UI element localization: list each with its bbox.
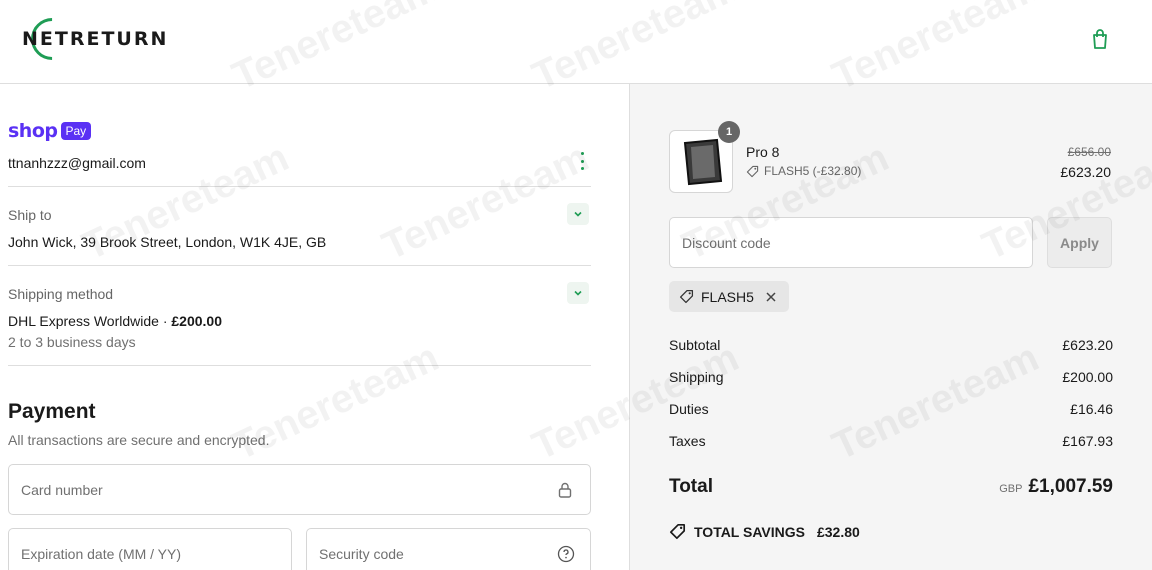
- subtotal-row: Subtotal £623.20: [669, 337, 1113, 353]
- duties-label: Duties: [669, 401, 709, 417]
- discount-code-field[interactable]: [669, 217, 1033, 268]
- checkout-main: shop Pay ttnanhzzz@gmail.com Ship to Joh…: [0, 84, 629, 570]
- subtotal-value: £623.20: [1062, 337, 1113, 353]
- help-icon[interactable]: [557, 545, 575, 563]
- ship-to-label: Ship to: [8, 207, 52, 223]
- savings-amount: £32.80: [816, 523, 860, 540]
- quantity-badge: 1: [718, 121, 740, 143]
- expiry-field[interactable]: [8, 528, 292, 570]
- shipping-label: Shipping: [669, 369, 724, 385]
- shipping-row: Shipping £200.00: [669, 369, 1113, 385]
- divider: [8, 365, 591, 366]
- product-discount-text: FLASH5 (-£32.80): [764, 164, 862, 178]
- duties-value: £16.46: [1070, 401, 1113, 417]
- shop-pay-logo[interactable]: shop Pay: [8, 120, 92, 142]
- ship-to-address: John Wick, 39 Brook Street, London, W1K …: [8, 234, 327, 250]
- cart-icon[interactable]: [1089, 28, 1111, 50]
- subtotal-label: Subtotal: [669, 337, 721, 353]
- total-amount: £1,007.59: [1028, 476, 1113, 497]
- pay-badge: Pay: [60, 122, 92, 140]
- security-code-field[interactable]: [306, 528, 591, 570]
- shipping-duration: 2 to 3 business days: [8, 334, 136, 350]
- account-email: ttnanhzzz@gmail.com: [8, 155, 146, 171]
- ship-to-toggle[interactable]: [567, 203, 589, 225]
- shipping-method-toggle[interactable]: [567, 282, 589, 304]
- total-amount-group: GBP £1,007.59: [999, 476, 1113, 498]
- shipping-carrier: DHL Express Worldwide: [8, 313, 159, 329]
- total-row: Total GBP £1,007.59: [669, 476, 1113, 498]
- product-original-price: £656.00: [1067, 145, 1111, 159]
- applied-code: FLASH5: [701, 288, 754, 305]
- netreturn-logo[interactable]: NETRETURN: [22, 9, 169, 69]
- duties-row: Duties £16.46: [669, 401, 1113, 417]
- close-icon: [766, 291, 776, 302]
- card-number-field[interactable]: [8, 464, 591, 515]
- shipping-separator: ·: [158, 313, 172, 329]
- card-number-input[interactable]: [9, 465, 590, 514]
- divider: [8, 186, 591, 187]
- total-savings: TOTAL SAVINGS £32.80: [669, 523, 860, 540]
- logo-text: NETRETURN: [22, 28, 169, 50]
- kebab-menu-icon[interactable]: [577, 152, 587, 170]
- product-thumbnail: [683, 138, 723, 185]
- lock-icon: [558, 482, 572, 498]
- applied-discount-chip: FLASH5: [669, 281, 789, 312]
- tag-icon: [669, 523, 686, 540]
- order-summary: 1 Pro 8 FLASH5 (-£32.80) £656.00 £623.20…: [629, 84, 1152, 570]
- shipping-price: £200.00: [171, 313, 222, 329]
- taxes-value: £167.93: [1062, 433, 1113, 449]
- site-header: NETRETURN: [0, 0, 1152, 84]
- shipping-value: £200.00: [1062, 369, 1113, 385]
- chevron-down-icon: [574, 211, 582, 217]
- taxes-row: Taxes £167.93: [669, 433, 1113, 449]
- payment-subtitle: All transactions are secure and encrypte…: [8, 432, 270, 448]
- taxes-label: Taxes: [669, 433, 706, 449]
- shipping-method-label: Shipping method: [8, 286, 114, 302]
- total-currency: GBP: [999, 483, 1023, 495]
- product-price: £623.20: [1060, 164, 1111, 180]
- tag-icon: [746, 165, 759, 177]
- tag-icon: [679, 289, 694, 304]
- total-label: Total: [669, 476, 713, 497]
- product-discount: FLASH5 (-£32.80): [746, 164, 861, 178]
- product-name: Pro 8: [746, 144, 780, 160]
- security-code-input[interactable]: [307, 529, 590, 570]
- savings-label: TOTAL SAVINGS: [694, 523, 805, 540]
- payment-title: Payment: [8, 400, 96, 423]
- shipping-method-value: DHL Express Worldwide · £200.00: [8, 313, 222, 329]
- shop-word: shop: [8, 120, 58, 142]
- expiry-input[interactable]: [9, 529, 291, 570]
- divider: [8, 265, 591, 266]
- discount-code-input[interactable]: [670, 218, 1032, 267]
- chevron-down-icon: [574, 290, 582, 296]
- apply-button[interactable]: Apply: [1047, 217, 1112, 268]
- remove-discount-button[interactable]: [765, 291, 777, 303]
